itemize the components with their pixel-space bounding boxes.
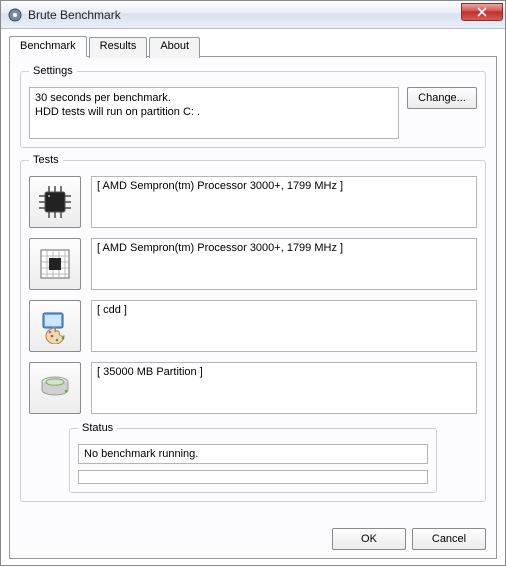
hdd-test-button[interactable] xyxy=(29,362,81,414)
tab-panel-benchmark: Settings 30 seconds per benchmark. HDD t… xyxy=(9,56,497,559)
hdd-icon xyxy=(37,370,73,406)
display-test-button[interactable] xyxy=(29,300,81,352)
display-test-label: [ cdd ] xyxy=(91,300,477,352)
hdd-test-label: [ 35000 MB Partition ] xyxy=(91,362,477,414)
cpu-test-label: [ AMD Sempron(tm) Processor 3000+, 1799 … xyxy=(91,176,477,228)
test-row: [ 35000 MB Partition ] xyxy=(29,362,477,414)
status-text: No benchmark running. xyxy=(78,444,428,464)
tab-benchmark[interactable]: Benchmark xyxy=(9,36,87,57)
app-icon xyxy=(7,7,23,23)
window-title: Brute Benchmark xyxy=(28,8,121,22)
cpu-grid-test-button[interactable] xyxy=(29,238,81,290)
titlebar: Brute Benchmark xyxy=(1,1,505,29)
status-legend: Status xyxy=(78,422,117,434)
client-area: Benchmark Results About Settings 30 seco… xyxy=(1,29,505,567)
tests-group: Tests xyxy=(20,154,486,502)
progress-bar xyxy=(78,470,428,484)
tab-about[interactable]: About xyxy=(149,37,200,58)
settings-group: Settings 30 seconds per benchmark. HDD t… xyxy=(20,65,486,148)
status-group: Status No benchmark running. xyxy=(69,422,437,493)
change-button[interactable]: Change... xyxy=(407,87,477,109)
settings-legend: Settings xyxy=(29,65,77,77)
dialog-buttons: OK Cancel xyxy=(20,520,486,550)
test-row: [ cdd ] xyxy=(29,300,477,352)
test-row: [ AMD Sempron(tm) Processor 3000+, 1799 … xyxy=(29,238,477,290)
settings-summary: 30 seconds per benchmark. HDD tests will… xyxy=(29,87,399,139)
test-row: [ AMD Sempron(tm) Processor 3000+, 1799 … xyxy=(29,176,477,228)
cpu-chip-icon xyxy=(37,184,73,220)
close-button[interactable] xyxy=(461,3,503,21)
cpu-grid-test-label: [ AMD Sempron(tm) Processor 3000+, 1799 … xyxy=(91,238,477,290)
cpu-test-button[interactable] xyxy=(29,176,81,228)
cancel-button[interactable]: Cancel xyxy=(412,528,486,550)
tab-results[interactable]: Results xyxy=(89,37,148,58)
cpu-grid-icon xyxy=(37,246,73,282)
tests-legend: Tests xyxy=(29,154,63,166)
ok-button[interactable]: OK xyxy=(332,528,406,550)
close-icon xyxy=(477,7,487,17)
display-palette-icon xyxy=(37,308,73,344)
tabstrip: Benchmark Results About xyxy=(9,35,497,56)
